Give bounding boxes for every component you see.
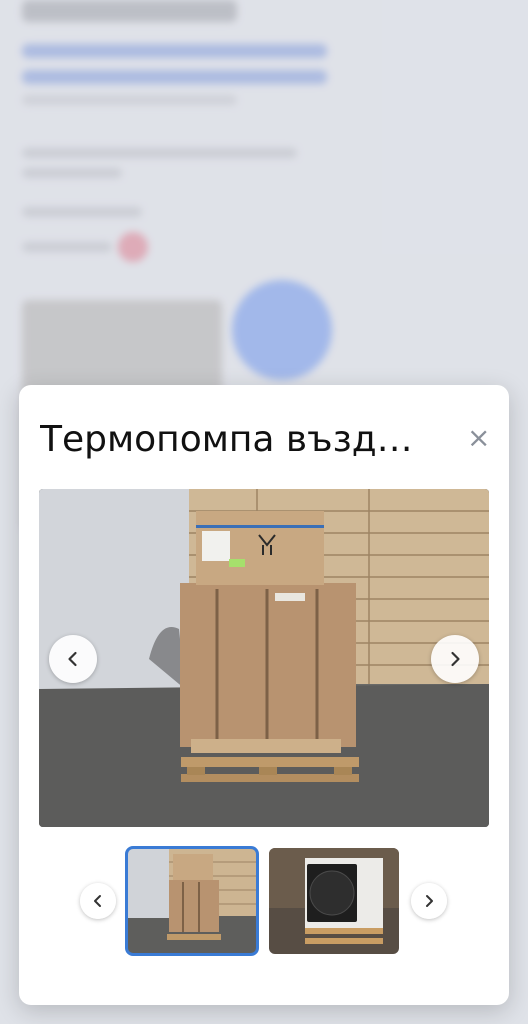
thumbnails-next-button[interactable] [411, 883, 447, 919]
thumbnails-prev-button[interactable] [80, 883, 116, 919]
thumbnail-boxed-photo [127, 848, 257, 954]
thumbnail-1[interactable] [125, 846, 259, 956]
close-icon: × [467, 421, 491, 454]
thumbnail-unboxed-photo [269, 848, 399, 954]
heat-pump-boxed-photo [39, 489, 489, 827]
thumbnail-2[interactable] [269, 848, 399, 954]
prev-image-button[interactable] [49, 635, 97, 683]
chevron-left-icon [94, 895, 101, 907]
image-gallery-modal: Термопомпа възд… × [19, 385, 509, 1005]
chevron-right-icon [426, 895, 433, 907]
chevron-left-icon [68, 651, 77, 667]
chevron-right-icon [451, 651, 460, 667]
modal-title: Термопомпа възд… [40, 419, 413, 460]
thumbnail-strip [19, 845, 509, 959]
close-button[interactable]: × [467, 424, 490, 452]
main-image [39, 489, 489, 827]
next-image-button[interactable] [431, 635, 479, 683]
